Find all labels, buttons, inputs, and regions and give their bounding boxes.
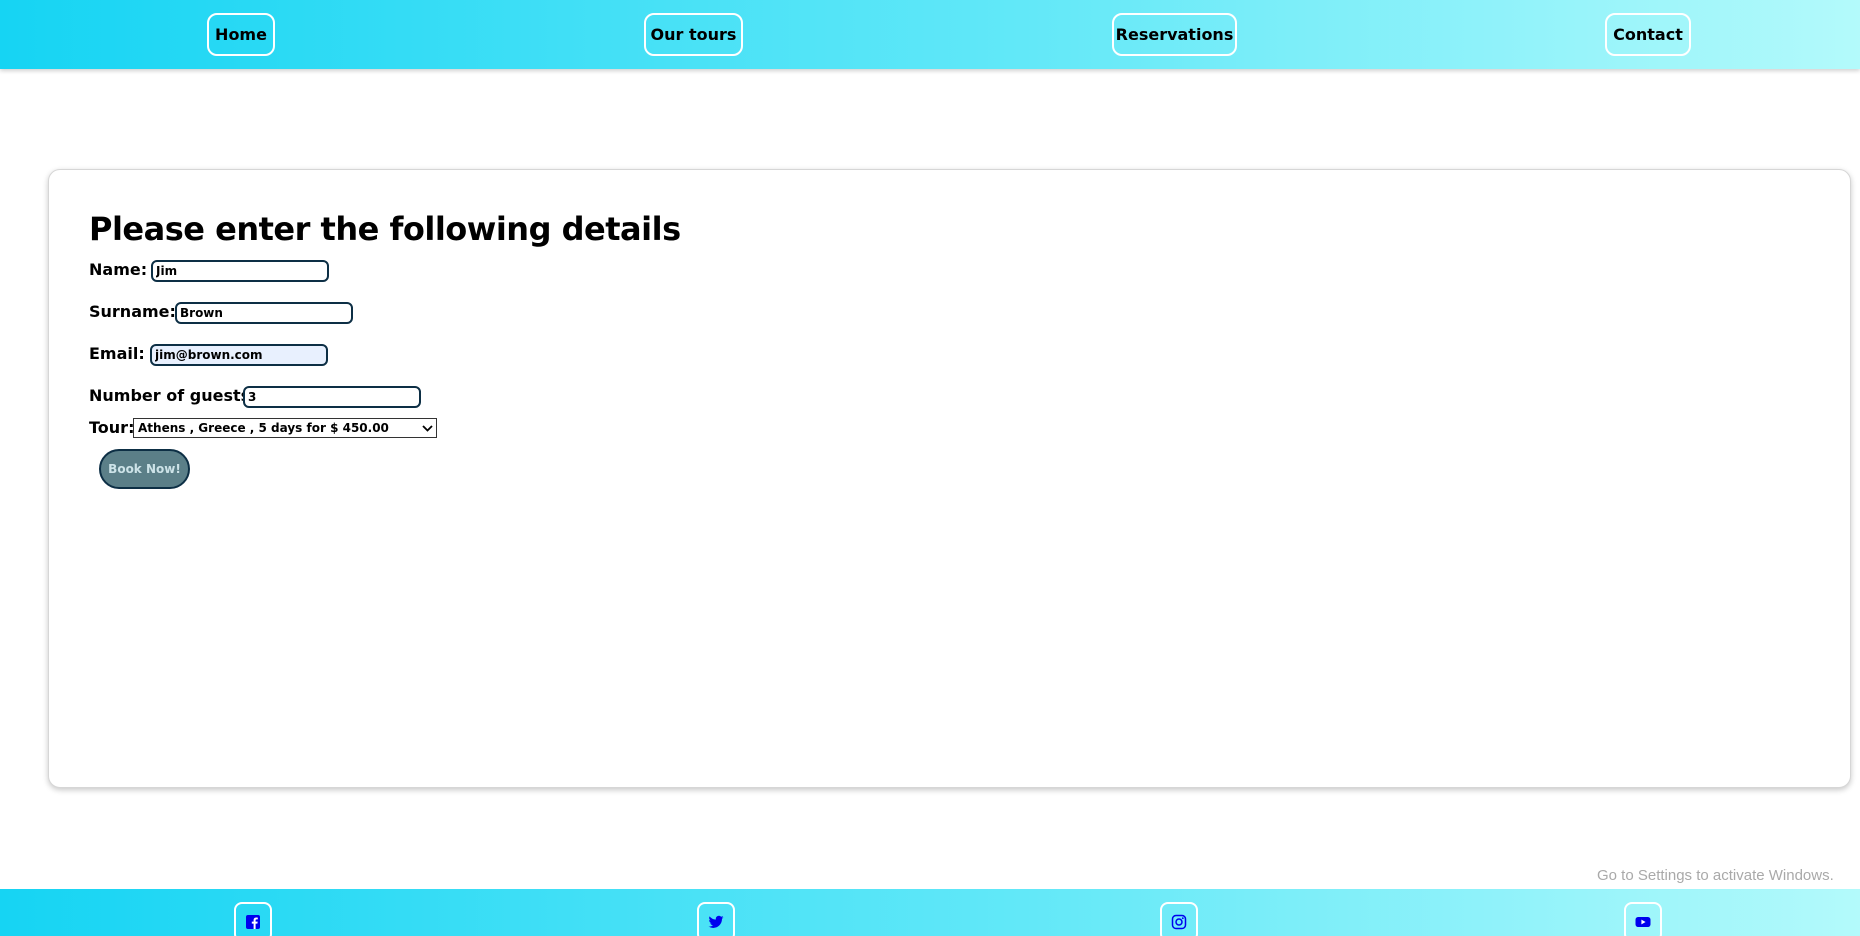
windows-activation-watermark: Go to Settings to activate Windows. bbox=[1597, 867, 1834, 884]
nav-contact-button[interactable]: Contact bbox=[1605, 13, 1691, 56]
facebook-link[interactable] bbox=[234, 902, 272, 936]
guests-input[interactable] bbox=[243, 386, 421, 408]
guests-label: Number of guests: bbox=[89, 386, 257, 405]
email-input[interactable] bbox=[150, 344, 328, 366]
tour-select-value: Athens , Greece , 5 days for $ 450.00 bbox=[138, 421, 389, 435]
surname-label: Surname: bbox=[89, 302, 176, 321]
email-label: Email: bbox=[89, 344, 145, 363]
reservation-form-card: Please enter the following details Name:… bbox=[48, 169, 1851, 788]
twitter-icon bbox=[708, 915, 724, 928]
nav-our-tours-button[interactable]: Our tours bbox=[644, 13, 743, 56]
twitter-link[interactable] bbox=[697, 902, 735, 936]
youtube-icon bbox=[1635, 917, 1651, 927]
youtube-link[interactable] bbox=[1624, 902, 1662, 936]
nav-reservations-button[interactable]: Reservations bbox=[1112, 13, 1237, 56]
chevron-down-icon bbox=[418, 424, 436, 432]
top-navigation: Home Our tours Reservations Contact bbox=[0, 0, 1860, 69]
name-input[interactable] bbox=[151, 260, 329, 282]
tour-label: Tour: bbox=[89, 418, 135, 437]
nav-home-button[interactable]: Home bbox=[207, 13, 275, 56]
footer bbox=[0, 889, 1860, 936]
name-label: Name: bbox=[89, 260, 148, 279]
facebook-icon bbox=[246, 915, 260, 929]
form-heading: Please enter the following details bbox=[89, 210, 681, 248]
book-now-button[interactable]: Book Now! bbox=[99, 449, 190, 489]
tour-select[interactable]: Athens , Greece , 5 days for $ 450.00 bbox=[133, 418, 437, 438]
instagram-icon bbox=[1171, 914, 1187, 930]
instagram-link[interactable] bbox=[1160, 902, 1198, 936]
surname-input[interactable] bbox=[175, 302, 353, 324]
